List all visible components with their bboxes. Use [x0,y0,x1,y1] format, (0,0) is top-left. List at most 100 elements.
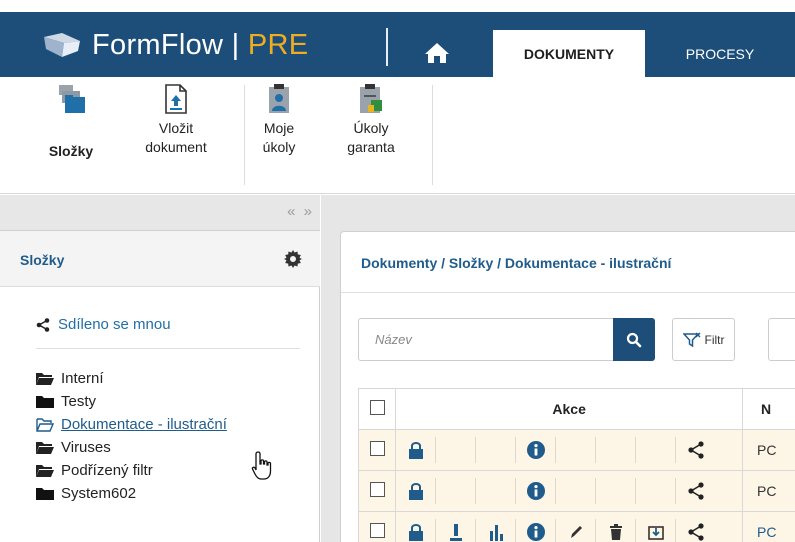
table-header-row: Akce N [357,388,795,430]
row-select-cell [357,511,397,542]
my-tasks-label-1: Moje [263,120,295,136]
info-action[interactable] [516,478,557,504]
share-action[interactable] [676,437,716,463]
edit-icon [570,526,582,538]
panel-collapse-bar: « » [0,195,320,231]
upload-document-icon [165,84,187,114]
folder-label: Podřízený filtr [61,462,153,479]
guarantor-tasks-label-2: garanta [347,139,395,155]
name-header[interactable]: N [742,388,795,430]
action-slot [476,478,517,504]
folder-open-icon [36,372,54,385]
lock-action[interactable] [396,437,437,463]
lock-action[interactable] [396,478,437,504]
folder-item-viruses[interactable]: Viruses [36,436,227,459]
app-logo[interactable]: FormFlow | PRE [40,25,308,65]
action-slot [556,437,597,463]
my-tasks-label-2: úkoly [262,139,296,155]
action-slot [636,478,677,504]
folders-button[interactable]: Složky [38,83,104,161]
tab-dokumenty[interactable]: DOKUMENTY [493,30,645,77]
folder-item-testy[interactable]: Testy [36,390,227,413]
guarantor-tasks-button[interactable]: Úkoly garanta [336,83,406,157]
divider [341,292,795,293]
folder-item-interni[interactable]: Interní [36,367,227,390]
logo-divider [386,28,388,66]
folder-item-system602[interactable]: System602 [36,482,227,505]
share-icon [688,482,704,500]
info-icon [526,523,545,541]
search-icon [626,332,642,347]
lock-icon [408,483,423,500]
folder-label: Dokumentace - ilustrační [61,416,227,433]
guarantor-tasks-icon [360,84,382,113]
brand-name: FormFlow [92,28,224,61]
folder-label: Viruses [61,439,111,456]
chart-action[interactable] [476,519,517,542]
more-button[interactable] [768,318,795,361]
folder-closed-icon [36,487,54,500]
ribbon-separator [432,85,433,185]
folder-open-icon [36,464,54,477]
gear-icon[interactable] [284,250,302,268]
my-tasks-button[interactable]: Moje úkoly [254,83,304,157]
action-slot [436,437,477,463]
share-action[interactable] [676,478,716,504]
select-all-checkbox[interactable] [369,400,385,415]
search-button[interactable] [613,318,655,361]
actions-cell [395,511,743,542]
breadcrumb[interactable]: Dokumenty / Složky / Dokumentace - ilust… [361,255,671,271]
folder-label: System602 [61,485,137,502]
folders-panel-title: Složky [20,252,65,268]
filter-icon [682,332,700,347]
ribbon-separator [244,85,245,185]
home-icon [425,43,449,63]
folders-button-label: Složky [48,143,94,159]
folders-panel-header: Složky [0,231,320,287]
action-slot [436,478,477,504]
folder-item-dokumentace[interactable]: Dokumentace - ilustrační [36,413,227,436]
table-row[interactable]: PC [357,429,795,471]
ribbon-toolbar: Složky Vložit dokument Moje úkoly Úkoly … [0,77,795,194]
folder-item-podrizeny-filtr[interactable]: Podřízený filtr [36,459,227,482]
filter-label: Filtr [704,332,725,347]
tab-procesy[interactable]: PROCESY [660,30,780,77]
divider [36,348,300,349]
documents-card: Dokumenty / Složky / Dokumentace - ilust… [340,231,795,542]
shared-with-me-link[interactable]: Sdíleno se mnou [36,316,171,333]
share-action[interactable] [676,519,716,542]
info-action[interactable] [516,519,557,542]
trash-icon [609,524,622,540]
folder-tree: Interní Testy Dokumentace - ilustrační V… [36,367,227,505]
edit-action[interactable] [556,519,597,542]
row-checkbox[interactable] [369,523,385,538]
insert-document-button[interactable]: Vložit dokument [128,83,224,157]
folders-icon [59,85,85,113]
name-cell[interactable]: PC [742,511,795,542]
row-select-cell [357,470,397,512]
lock-icon [408,524,423,541]
select-all-header [357,388,397,430]
info-action[interactable] [516,437,557,463]
download-action[interactable] [436,519,477,542]
download-icon [449,524,462,541]
hand-cursor-icon [251,451,272,480]
table-row[interactable]: PC [357,470,795,512]
download-box-icon [647,526,664,540]
name-cell[interactable]: PC [742,429,795,471]
my-tasks-icon [269,84,289,113]
brand-edition: PRE [247,28,309,61]
download-box-action[interactable] [636,519,677,542]
delete-action[interactable] [596,519,637,542]
lock-action[interactable] [396,519,437,542]
search-input[interactable] [359,319,609,360]
collapse-arrows-icon[interactable]: « » [287,203,314,220]
name-cell[interactable]: PC [742,470,795,512]
chart-icon [489,525,503,541]
documents-table: Akce N PC PC PC [357,388,795,542]
row-checkbox[interactable] [369,441,385,456]
table-row[interactable]: PC [357,511,795,542]
filter-button[interactable]: Filtr [672,318,735,361]
row-checkbox[interactable] [369,482,385,497]
home-button[interactable] [414,36,460,70]
